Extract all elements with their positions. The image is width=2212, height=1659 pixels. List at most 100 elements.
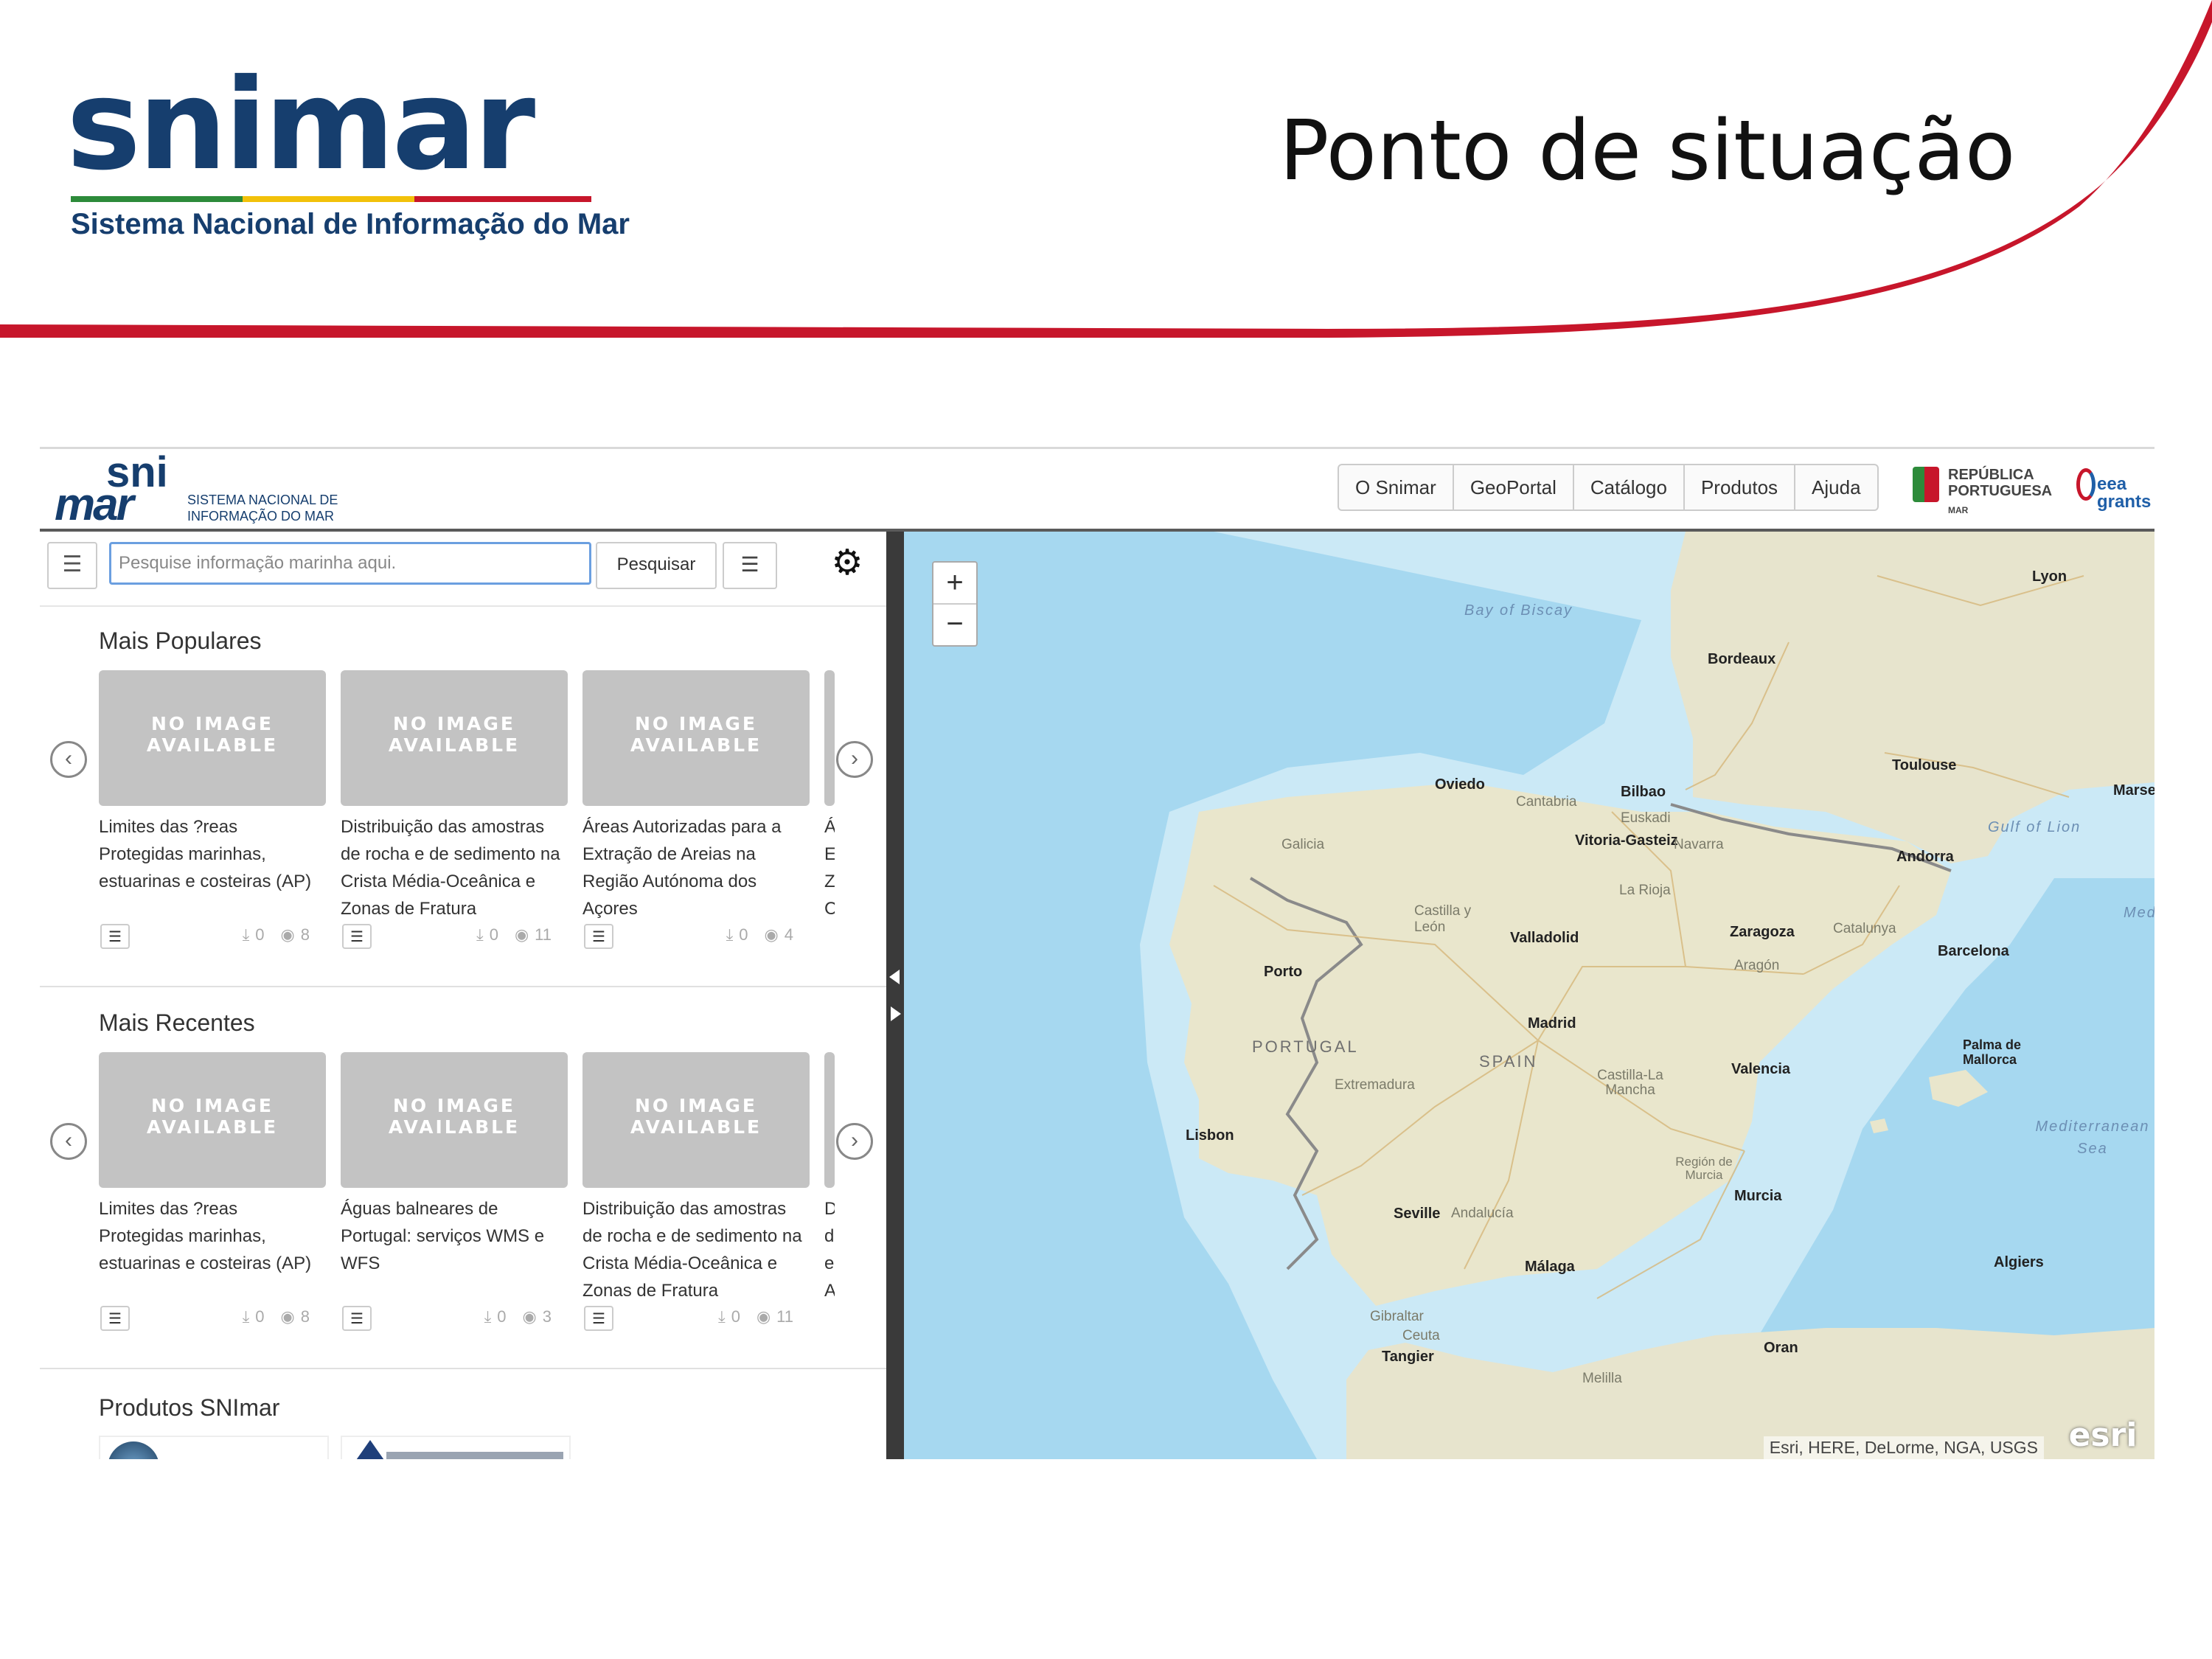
downloads-count: 0 — [497, 1307, 507, 1326]
search-button[interactable]: Pesquisar — [596, 542, 717, 589]
card-stats: ⤓ 0 ◉ 8 — [237, 925, 310, 945]
map-attribution[interactable]: Esri, HERE, DeLorme, NGA, USGS — [1763, 1436, 2044, 1459]
search-input[interactable] — [109, 542, 591, 585]
carousel-prev-button[interactable]: ‹ — [50, 741, 87, 778]
list-icon[interactable]: ☰ — [100, 924, 130, 949]
map-label-mediter: Mediter — [2124, 905, 2154, 921]
views-count: 8 — [300, 1307, 310, 1326]
nav-produtos[interactable]: Produtos — [1685, 465, 1796, 509]
download-icon: ⤓ — [484, 1307, 492, 1326]
carousel-next-button[interactable]: › — [836, 741, 873, 778]
menu-button[interactable]: ☰ — [47, 542, 97, 589]
no-image-text: NO IMAGE AVAILABLE — [388, 1095, 521, 1138]
views-count: 11 — [776, 1307, 793, 1326]
card-title[interactable]: Distribuição das amostras de rocha e de … — [341, 813, 568, 922]
views-count: 4 — [784, 925, 793, 944]
download-icon: ⤓ — [476, 925, 484, 944]
nav-o-snimar[interactable]: O Snimar — [1339, 465, 1454, 509]
zoom-in-button[interactable]: + — [933, 563, 976, 605]
dataset-card-partial[interactable]: Á E Z C — [824, 670, 835, 950]
map-label-spain: SPAIN — [1479, 1052, 1538, 1071]
card-stats: ⤓ 0 ◉ 11 — [712, 1307, 793, 1326]
map-label-galicia: Galicia — [1281, 837, 1325, 852]
produto-card[interactable] — [341, 1436, 571, 1459]
chevron-left-icon: ‹ — [65, 1128, 72, 1152]
map-label-gulf-of-lion: Gulf of Lion — [1988, 819, 2081, 835]
map-label-bilbao: Bilbao — [1621, 784, 1666, 800]
zoom-out-button[interactable]: − — [933, 604, 976, 644]
filter-button[interactable]: ☰ — [723, 542, 777, 589]
list-icon[interactable]: ☰ — [342, 1306, 372, 1331]
no-image-text: NO IMAGE AVAILABLE — [630, 1095, 762, 1138]
panel-splitter[interactable] — [886, 532, 904, 1459]
map-label-tangier: Tangier — [1382, 1349, 1434, 1365]
collapse-left-icon[interactable] — [889, 970, 900, 984]
map-label-portugal: PORTUGAL — [1252, 1037, 1359, 1056]
card-stats: ⤓ 0 ◉ 8 — [237, 1307, 310, 1326]
map-label-melilla: Melilla — [1582, 1371, 1622, 1386]
card-title[interactable]: Distribuição das amostras de rocha e de … — [582, 1195, 810, 1304]
map-label-mediterranean-sea: Mediterranean Sea — [2035, 1119, 2150, 1157]
map-label-murcia: Murcia — [1734, 1188, 1782, 1204]
app-logo-subtitle: SISTEMA NACIONAL DE INFORMAÇÃO DO MAR — [187, 493, 338, 524]
map-label-palma: Palma de Mallorca — [1963, 1037, 2022, 1067]
list-icon[interactable]: ☰ — [100, 1306, 130, 1331]
esri-logo[interactable]: esri — [2059, 1415, 2147, 1456]
card-thumbnail[interactable]: NO IMAGE AVAILABLE — [99, 670, 326, 806]
carousel-next-button[interactable]: › — [836, 1123, 873, 1160]
section-produtos-snimar: Produtos SNImar — [40, 1369, 886, 1459]
card-thumbnail[interactable]: NO IMAGE AVAILABLE — [582, 670, 810, 806]
card-footer: ☰ ⤓ 0 ◉ 8 — [99, 1306, 326, 1332]
eye-icon: ◉ — [756, 1307, 771, 1326]
card-title[interactable]: Limites das ?reas Protegidas marinhas, e… — [99, 1195, 326, 1277]
map-label-euskadi: Euskadi — [1621, 810, 1671, 826]
card-footer: ☰ ⤓ 0 ◉ 4 — [582, 924, 810, 950]
map-label-castilla-leon: Castilla y León — [1414, 903, 1472, 935]
chevron-right-icon: › — [851, 1128, 858, 1152]
nav-ajuda[interactable]: Ajuda — [1795, 465, 1877, 509]
card-title[interactable]: Águas balneares de Portugal: serviços WM… — [341, 1195, 568, 1277]
card-title[interactable]: Áreas Autorizadas para a Extração de Are… — [582, 813, 810, 922]
card-stats: ⤓ 0 ◉ 4 — [720, 925, 793, 945]
carousel-prev-button[interactable]: ‹ — [50, 1123, 87, 1160]
views-count: 8 — [300, 925, 310, 944]
map-label-porto: Porto — [1264, 964, 1303, 980]
expand-right-icon[interactable] — [891, 1006, 901, 1021]
card-thumbnail[interactable]: NO IMAGE AVAILABLE — [582, 1052, 810, 1188]
eea-grants-logo[interactable]: eea grants — [2076, 461, 2151, 524]
list-icon[interactable]: ☰ — [584, 924, 613, 949]
no-image-text: NO IMAGE AVAILABLE — [146, 1095, 279, 1138]
dataset-card-partial[interactable]: D d e A — [824, 1052, 835, 1332]
map-label-catalunya: Catalunya — [1833, 921, 1896, 936]
views-count: 3 — [542, 1307, 552, 1326]
map-label-toulouse: Toulouse — [1892, 757, 1957, 773]
search-bar: ☰ Pesquisar ☰ ⚙ — [40, 532, 886, 607]
chevron-right-icon: › — [851, 746, 858, 771]
map-label-seville: Seville — [1394, 1206, 1441, 1222]
list-icon[interactable]: ☰ — [342, 924, 372, 949]
gear-icon[interactable]: ⚙ — [829, 545, 866, 582]
snimar-logo-color-bar — [71, 196, 591, 202]
card-thumbnail[interactable]: NO IMAGE AVAILABLE — [341, 1052, 568, 1188]
card-footer: ☰ ⤓ 0 ◉ 8 — [99, 924, 326, 950]
download-icon: ⤓ — [726, 925, 734, 944]
downloads-count: 0 — [255, 925, 265, 944]
produto-card[interactable] — [99, 1436, 329, 1459]
list-icon[interactable]: ☰ — [584, 1306, 613, 1331]
catalog-panel: ☰ Pesquisar ☰ ⚙ Mais Populares ‹ › NO IM… — [40, 532, 886, 1459]
card-footer: ☰ ⤓ 0 ◉ 11 — [341, 924, 568, 950]
eye-icon: ◉ — [280, 1307, 295, 1326]
map-label-la-rioja: La Rioja — [1619, 883, 1671, 898]
card-footer: ☰ ⤓ 0 ◉ 11 — [582, 1306, 810, 1332]
card-thumbnail[interactable]: NO IMAGE AVAILABLE — [99, 1052, 326, 1188]
map-view[interactable]: Bay of Biscay Lyon Bordeaux Toulouse Mar… — [904, 532, 2154, 1459]
nav-catalogo[interactable]: Catálogo — [1574, 465, 1685, 509]
app-logo[interactable]: sni mar SISTEMA NACIONAL DE INFORMAÇÃO D… — [47, 451, 357, 530]
card-thumbnail[interactable]: NO IMAGE AVAILABLE — [341, 670, 568, 806]
card-title[interactable]: Limites das ?reas Protegidas marinhas, e… — [99, 813, 326, 895]
snimar-logo-wordmark: snimar — [66, 52, 535, 198]
app-logo-mar: mar — [55, 479, 134, 530]
republica-portuguesa-logo[interactable]: REPÚBLICA PORTUGUESA MAR — [1913, 462, 2052, 521]
map-label-aragon: Aragón — [1734, 958, 1780, 973]
nav-geoportal[interactable]: GeoPortal — [1454, 465, 1574, 509]
